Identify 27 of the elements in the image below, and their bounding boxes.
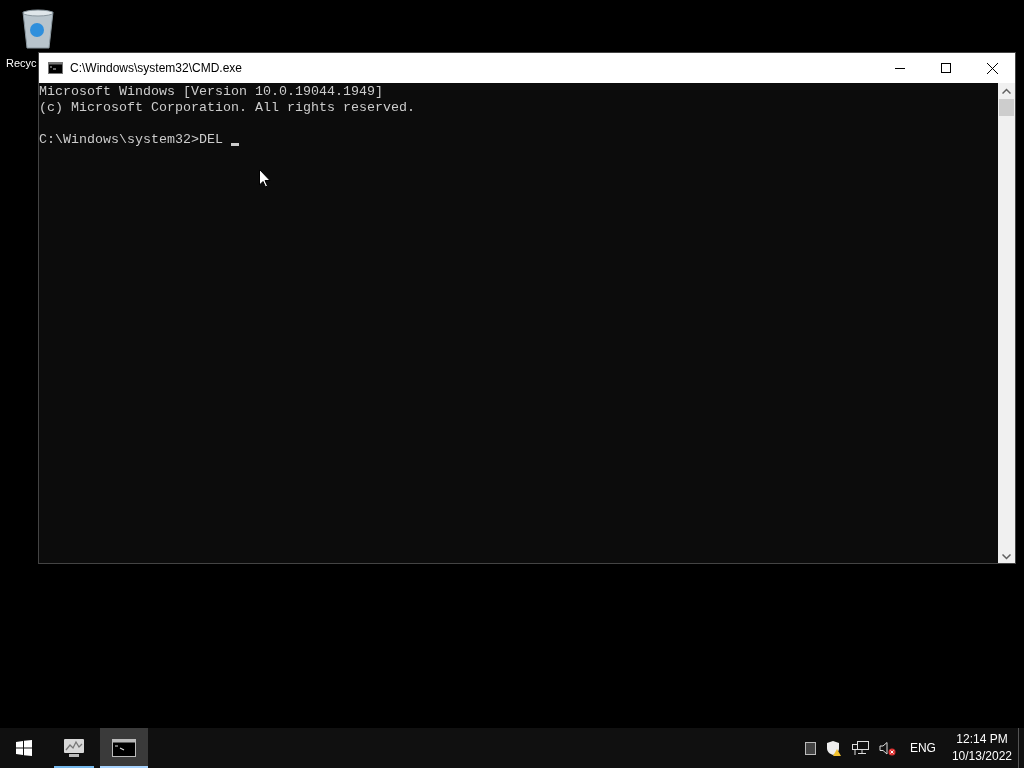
volume-muted-icon[interactable] [878, 740, 896, 756]
clock-time: 12:14 PM [956, 731, 1008, 748]
shield-warning-icon[interactable] [825, 740, 842, 756]
scroll-up-icon[interactable] [1002, 88, 1011, 94]
console-prompt: C:\Windows\system32>DEL [39, 132, 224, 148]
scrollbar[interactable] [998, 83, 1015, 563]
clock-date: 10/13/2022 [951, 748, 1012, 765]
minimize-icon [895, 67, 905, 69]
console-icon [48, 62, 63, 74]
window-title: C:\Windows\system32\CMD.exe [70, 60, 243, 77]
scroll-thumb[interactable] [999, 99, 1014, 116]
icon-label: Recyc [6, 56, 37, 70]
language-indicator[interactable]: ENG [909, 739, 936, 757]
monitor-icon [62, 737, 86, 759]
mouse-pointer-icon [259, 169, 271, 188]
clock[interactable]: 12:14 PM 10/13/2022 [949, 731, 1014, 765]
notification-icon[interactable] [804, 741, 816, 755]
close-icon [986, 62, 998, 74]
windows-logo-icon [16, 740, 32, 756]
text-cursor [230, 143, 239, 146]
console-icon [112, 739, 136, 757]
network-icon[interactable] [851, 740, 869, 756]
maximize-icon [941, 63, 951, 73]
scroll-down-icon[interactable] [1002, 554, 1011, 560]
console-line: (c) Microsoft Corporation. All rights reserved. [39, 100, 415, 116]
console-line: Microsoft Windows [Version 10.0.19044.1949] [39, 84, 383, 100]
taskbar-app[interactable] [100, 728, 148, 768]
